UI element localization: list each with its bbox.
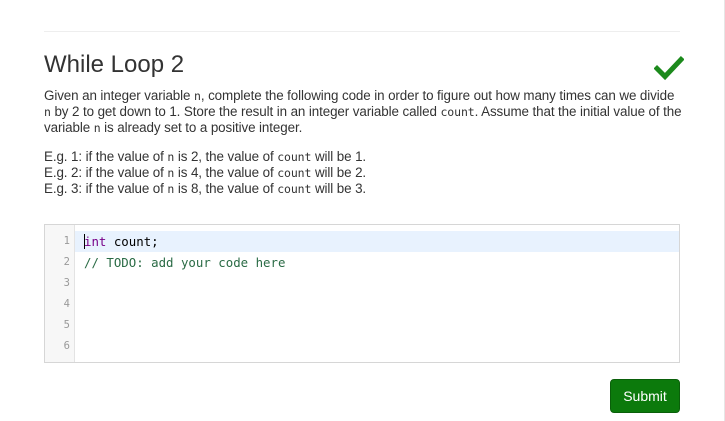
page-title: While Loop 2: [44, 51, 185, 78]
desc-text: by 2 to get down to 1. Store the result …: [50, 104, 441, 119]
var-n: n: [194, 89, 201, 103]
check-icon: [654, 55, 684, 81]
problem-page: While Loop 2 Given an integer variable n…: [0, 0, 725, 421]
example-item: E.g. 1: if the value of n is 2, the valu…: [44, 149, 684, 165]
example-text: will be 2.: [311, 165, 367, 180]
var-count: count: [277, 150, 312, 164]
var-n: n: [44, 105, 51, 119]
line-number: 3: [63, 277, 70, 289]
var-count: count: [277, 182, 312, 196]
example-text: will be 3.: [311, 181, 367, 196]
var-n: n: [93, 121, 101, 135]
active-line-highlight: [75, 231, 679, 252]
line-number-gutter: 1 2 3 4 5 6: [45, 225, 75, 362]
var-count: count: [440, 105, 475, 119]
example-text: is 8, the value of: [174, 181, 278, 196]
code-text: count;: [106, 234, 159, 249]
keyword-int: int: [84, 234, 107, 249]
example-text: E.g. 3: if the value of: [44, 181, 168, 196]
line-number: 1: [63, 235, 70, 247]
example-item: E.g. 2: if the value of n is 4, the valu…: [44, 165, 684, 181]
line-number: 4: [63, 298, 70, 310]
code-editor[interactable]: 1 2 3 4 5 6 int count; // TODO: add your…: [44, 224, 680, 363]
var-count: count: [277, 166, 312, 180]
code-comment: // TODO: add your code here: [84, 255, 286, 270]
submit-button[interactable]: Submit: [610, 379, 680, 413]
desc-text: Given an integer variable: [44, 88, 194, 103]
top-divider: [44, 31, 680, 32]
example-text: E.g. 2: if the value of: [44, 165, 168, 180]
code-line-2[interactable]: // TODO: add your code here: [84, 252, 285, 273]
example-text: E.g. 1: if the value of: [44, 149, 168, 164]
line-number: 5: [63, 319, 70, 331]
desc-text: is already set to a positive integer.: [100, 120, 303, 135]
example-item: E.g. 3: if the value of n is 8, the valu…: [44, 181, 684, 197]
line-number: 2: [63, 256, 70, 268]
example-text: is 4, the value of: [174, 165, 278, 180]
example-text: will be 1.: [311, 149, 367, 164]
code-line-1[interactable]: int count;: [84, 231, 159, 252]
problem-description: Given an integer variable n, complete th…: [44, 88, 684, 136]
line-number: 6: [63, 340, 70, 352]
desc-text: , complete the following code in order t…: [200, 88, 675, 103]
examples-list: E.g. 1: if the value of n is 2, the valu…: [44, 149, 684, 197]
example-text: is 2, the value of: [174, 149, 278, 164]
